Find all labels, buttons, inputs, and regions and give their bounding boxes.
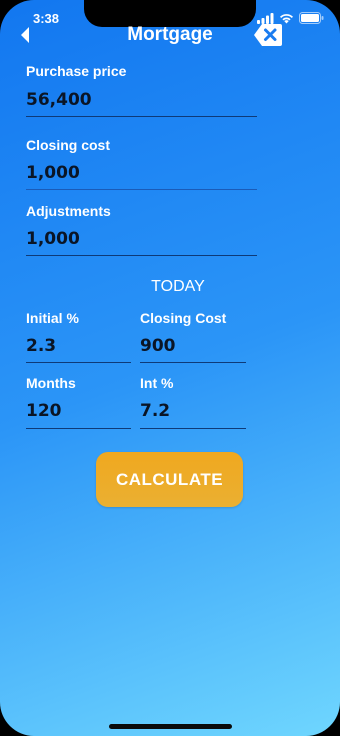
wifi-icon	[280, 13, 293, 23]
purchase-price-label: Purchase price	[26, 63, 127, 79]
initial-pct-label: Initial %	[26, 310, 79, 326]
signal-icon	[257, 12, 274, 24]
today-closing-cost-input[interactable]: 900	[140, 336, 176, 356]
int-pct-label: Int %	[140, 375, 174, 391]
clear-delete-icon[interactable]	[253, 23, 283, 47]
months-label: Months	[26, 375, 76, 391]
closing-cost-underline	[26, 189, 257, 190]
initial-pct-input[interactable]: 2.3	[26, 336, 56, 356]
int-pct-underline	[140, 428, 246, 429]
closing-cost-input[interactable]: 1,000	[26, 163, 80, 183]
purchase-price-underline	[26, 116, 257, 117]
today-closing-cost-label: Closing Cost	[140, 310, 227, 326]
calculate-button[interactable]: CALCULATE	[96, 452, 243, 507]
purchase-price-input[interactable]: 56,400	[26, 90, 92, 110]
device-notch	[84, 0, 256, 27]
today-closing-cost-underline	[140, 362, 246, 363]
closing-cost-label: Closing cost	[26, 137, 111, 153]
battery-icon	[299, 12, 324, 24]
initial-pct-underline	[26, 362, 131, 363]
page-title: Mortgage	[127, 24, 213, 45]
adjustments-underline	[26, 255, 257, 256]
months-input[interactable]: 120	[26, 401, 62, 421]
today-section-title: TODAY	[151, 278, 205, 295]
adjustments-label: Adjustments	[26, 203, 111, 219]
home-indicator[interactable]	[109, 724, 232, 729]
adjustments-input[interactable]: 1,000	[26, 229, 80, 249]
months-underline	[26, 428, 131, 429]
int-pct-input[interactable]: 7.2	[140, 401, 170, 421]
app-screen: 3:38 Mortgage Purchase price 56,400 Clos…	[0, 0, 340, 736]
